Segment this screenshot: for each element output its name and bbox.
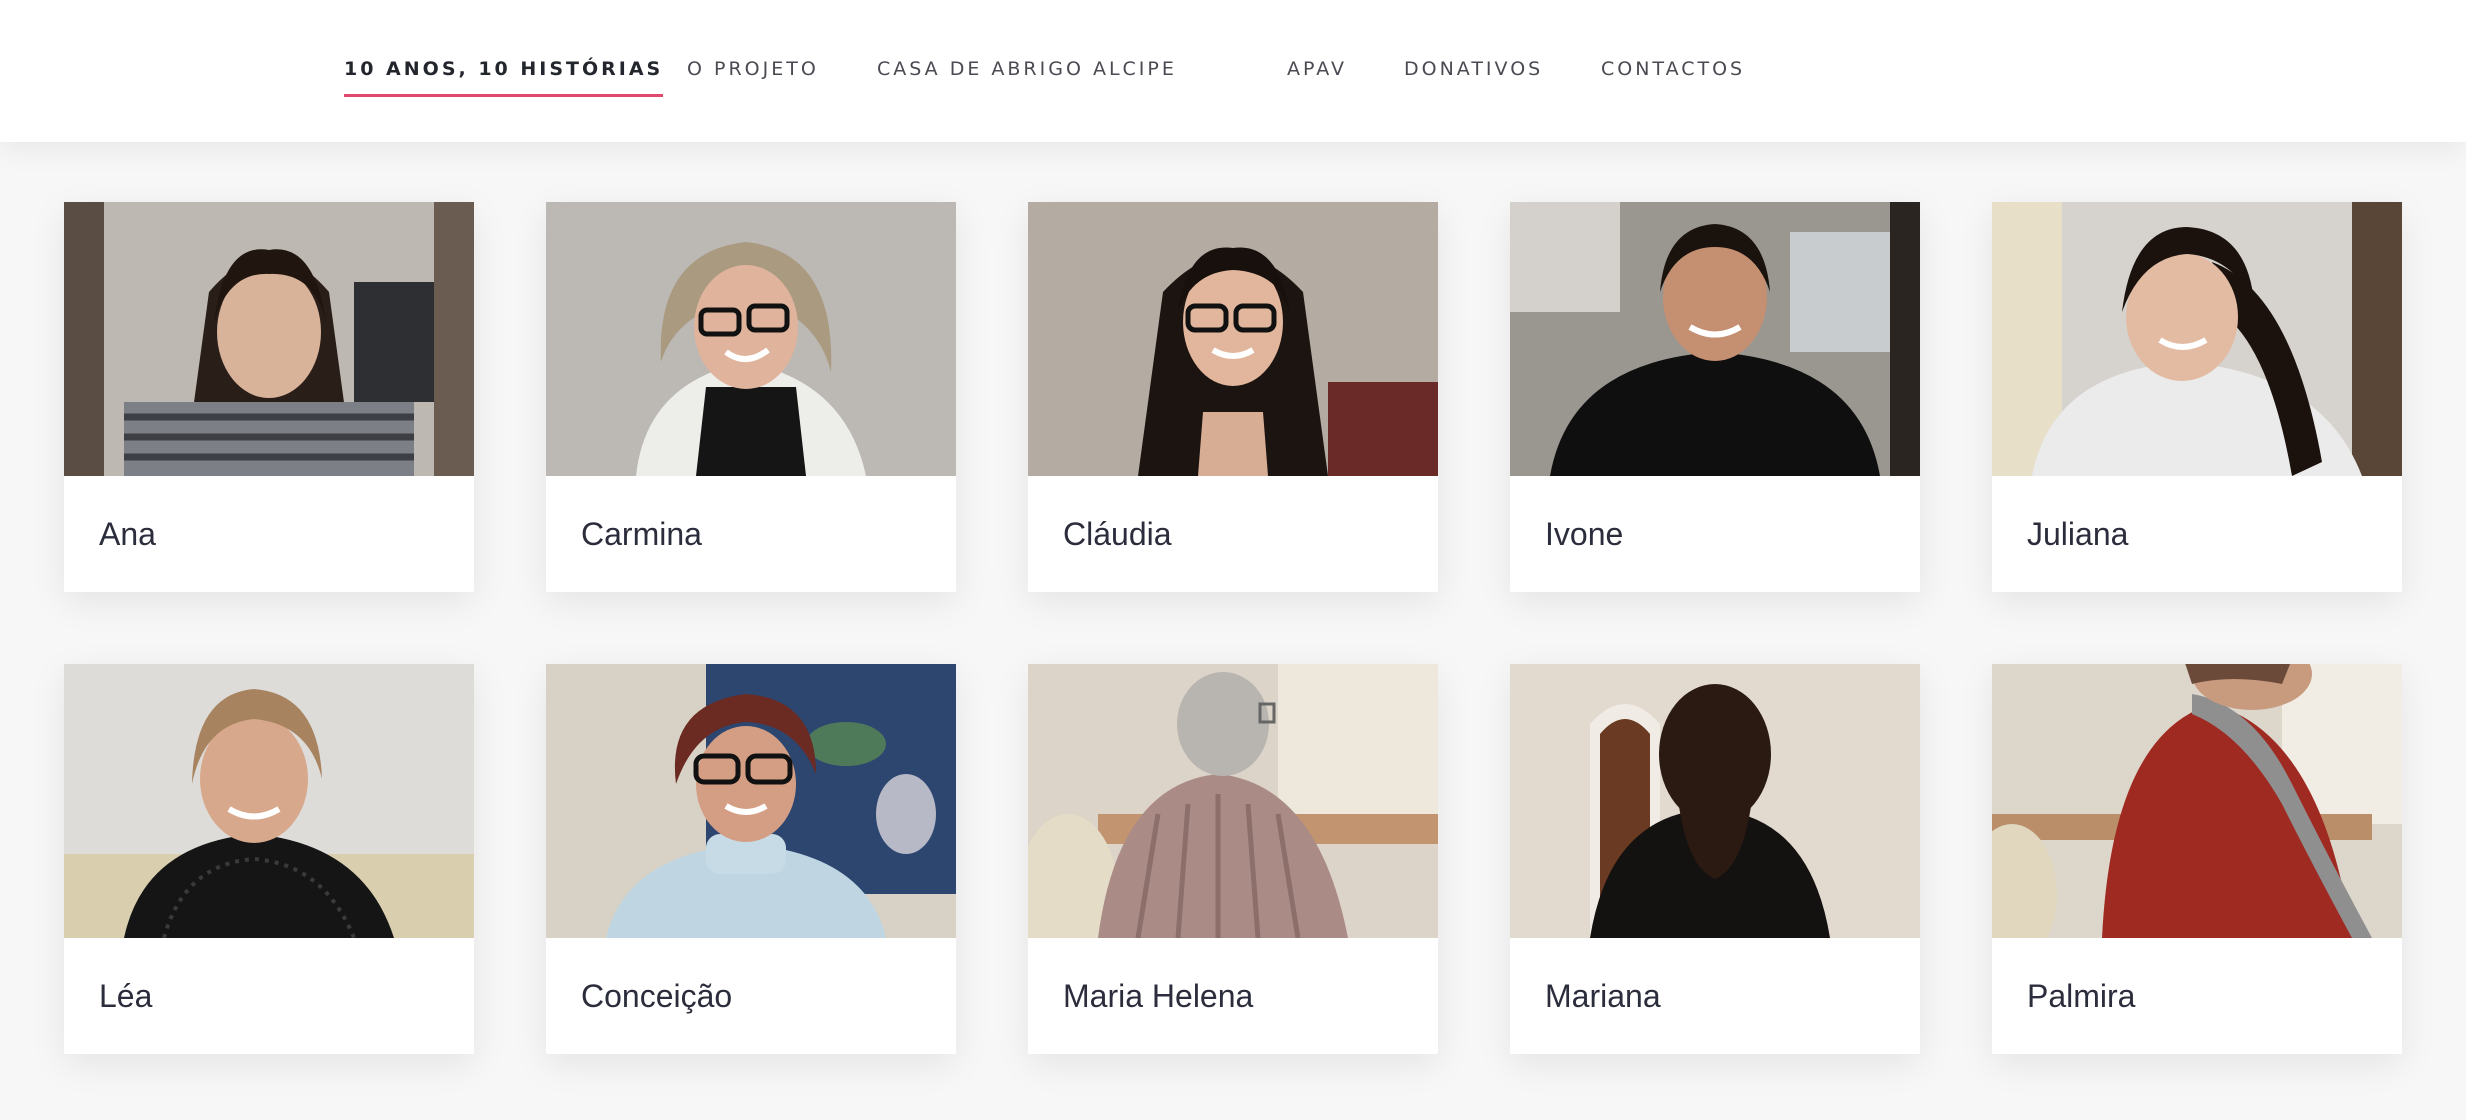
nav-item-donativos[interactable]: DONATIVOS (1404, 58, 1543, 86)
story-card-mariana[interactable]: Mariana (1510, 664, 1920, 1054)
story-name: Ana (99, 516, 156, 552)
portrait-photo (64, 202, 474, 476)
nav-item-label: CASA DE ABRIGO ALCIPE (877, 58, 1177, 80)
story-card-conceicao[interactable]: Conceição (546, 664, 956, 1054)
nav-item-label: APAV (1287, 58, 1348, 80)
story-name: Palmira (2027, 978, 2136, 1014)
portrait-photo (1028, 664, 1438, 938)
nav-item-label: 10 ANOS, 10 HISTÓRIAS (344, 58, 664, 80)
portrait-photo (64, 664, 474, 938)
nav-item-contactos[interactable]: CONTACTOS (1601, 58, 1745, 86)
story-name: Ivone (1545, 516, 1624, 552)
nav-item-label: DONATIVOS (1404, 58, 1544, 80)
story-name: Maria Helena (1063, 978, 1254, 1014)
story-card-maria-helena[interactable]: Maria Helena (1028, 664, 1438, 1054)
story-name: Carmina (581, 516, 702, 552)
portrait-photo (1992, 202, 2402, 476)
portrait-photo (1028, 202, 1438, 476)
nav-item-label: CONTACTOS (1601, 58, 1746, 80)
portrait-photo (546, 664, 956, 938)
story-card-ivone[interactable]: Ivone (1510, 202, 1920, 592)
story-card-juliana[interactable]: Juliana (1992, 202, 2402, 592)
portrait-photo (546, 202, 956, 476)
nav-item-casa-de-abrigo-alcipe[interactable]: CASA DE ABRIGO ALCIPE (877, 58, 1177, 86)
story-card-palmira[interactable]: Palmira (1992, 664, 2402, 1054)
story-name: Juliana (2027, 516, 2129, 552)
portrait-photo (1510, 664, 1920, 938)
active-nav-underline (344, 94, 664, 97)
nav-item-o-projeto[interactable]: O PROJETO (687, 58, 819, 86)
story-card-ana[interactable]: Ana (64, 202, 474, 592)
story-name: Mariana (1545, 978, 1661, 1014)
portrait-photo (1992, 664, 2402, 938)
top-navigation-bar: 10 ANOS, 10 HISTÓRIAS O PROJETO CASA DE … (0, 0, 2466, 142)
nav-item-10-anos-10-historias[interactable]: 10 ANOS, 10 HISTÓRIAS (344, 58, 664, 97)
story-card-carmina[interactable]: Carmina (546, 202, 956, 592)
story-name: Léa (99, 978, 153, 1014)
nav-item-apav[interactable]: APAV (1287, 58, 1347, 86)
story-name: Conceição (581, 978, 733, 1014)
story-name: Cláudia (1063, 516, 1172, 552)
story-card-claudia[interactable]: Cláudia (1028, 202, 1438, 592)
story-card-lea[interactable]: Léa (64, 664, 474, 1054)
nav-item-label: O PROJETO (687, 58, 819, 80)
portrait-photo (1510, 202, 1920, 476)
stories-grid: Ana Carmina Cláudia Ivone Juliana Léa Co… (0, 142, 2466, 1120)
